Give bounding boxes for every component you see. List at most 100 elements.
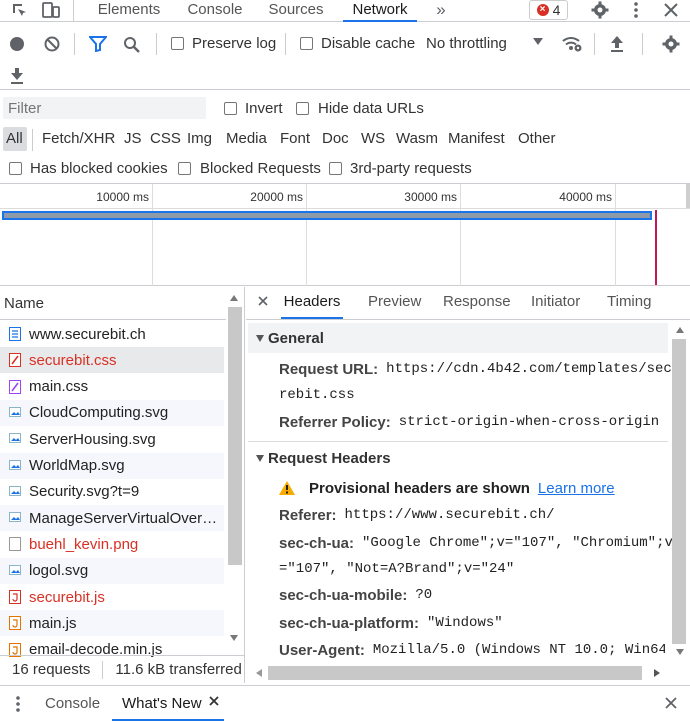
separator bbox=[594, 33, 595, 55]
scroll-down-arrow-icon[interactable] bbox=[676, 649, 684, 655]
throttling-select[interactable]: No throttling bbox=[426, 35, 546, 55]
request-details-panel: Headers Preview Response Initiator Timin… bbox=[246, 287, 690, 683]
search-icon[interactable] bbox=[123, 36, 141, 54]
tab-elements[interactable]: Elements bbox=[88, 0, 170, 22]
request-url-row-continued: rebit.css bbox=[279, 383, 355, 407]
hide-data-urls-checkbox[interactable] bbox=[296, 102, 309, 115]
request-name: logol.svg bbox=[29, 562, 89, 580]
request-list-scrollbar-thumb[interactable] bbox=[228, 307, 242, 565]
filter-input[interactable] bbox=[3, 97, 206, 119]
separator bbox=[74, 33, 75, 55]
request-row[interactable]: www.securebit.ch bbox=[0, 321, 224, 347]
close-details-icon[interactable] bbox=[258, 296, 270, 308]
filter-funnel-icon[interactable] bbox=[89, 36, 107, 52]
general-section-header[interactable]: General bbox=[248, 323, 668, 353]
request-row[interactable]: logol.svg bbox=[0, 557, 224, 584]
request-headers-section-header[interactable]: Request Headers bbox=[256, 446, 391, 470]
more-tabs-icon[interactable]: » bbox=[431, 0, 451, 20]
scroll-up-arrow-icon[interactable] bbox=[230, 295, 238, 301]
tab-console[interactable]: Console bbox=[178, 0, 252, 22]
network-conditions-icon[interactable] bbox=[561, 34, 583, 54]
scroll-right-arrow-icon[interactable] bbox=[654, 669, 660, 677]
filter-type-font[interactable]: Font bbox=[280, 129, 310, 151]
details-vertical-scrollbar-thumb[interactable] bbox=[672, 339, 686, 644]
filter-type-ws[interactable]: WS bbox=[361, 129, 385, 151]
more-options-icon[interactable] bbox=[626, 0, 646, 20]
tab-response[interactable]: Response bbox=[443, 287, 511, 319]
scroll-down-arrow-icon[interactable] bbox=[230, 635, 238, 641]
filter-type-img[interactable]: Img bbox=[187, 129, 212, 151]
name-column-header[interactable]: Name bbox=[0, 287, 226, 320]
filter-type-fetch-xhr[interactable]: Fetch/XHR bbox=[42, 129, 115, 151]
request-row[interactable]: ServerHousing.svg bbox=[0, 426, 224, 452]
request-row[interactable]: main.js bbox=[0, 610, 224, 637]
triangle-down-icon bbox=[256, 454, 264, 462]
request-url-value-continued: rebit.css bbox=[279, 387, 355, 403]
tab-initiator[interactable]: Initiator bbox=[531, 287, 580, 319]
filter-type-other[interactable]: Other bbox=[518, 129, 556, 151]
invert-label: Invert bbox=[245, 100, 283, 117]
export-har-icon[interactable] bbox=[9, 67, 25, 85]
preserve-log-checkbox[interactable] bbox=[171, 37, 184, 50]
disable-cache-checkbox[interactable] bbox=[300, 37, 313, 50]
tab-sources[interactable]: Sources bbox=[262, 0, 330, 22]
drawer-tab-whats-new[interactable]: What's New bbox=[112, 686, 224, 721]
request-row[interactable]: securebit.css bbox=[0, 347, 224, 374]
network-settings-gear-icon[interactable] bbox=[661, 34, 681, 54]
referer-header-row: Referer: https://www.securebit.ch/ bbox=[279, 503, 555, 527]
tab-timing[interactable]: Timing bbox=[607, 287, 651, 319]
timeline-gridline bbox=[460, 184, 461, 286]
filter-type-media[interactable]: Media bbox=[226, 129, 267, 151]
scroll-left-arrow-icon[interactable] bbox=[256, 669, 262, 677]
drawer-tab-console[interactable]: Console bbox=[45, 695, 100, 712]
request-row[interactable]: Security.svg?t=9 bbox=[0, 479, 224, 505]
import-har-icon[interactable] bbox=[609, 35, 625, 53]
invert-checkbox[interactable] bbox=[224, 102, 237, 115]
device-toolbar-icon[interactable] bbox=[41, 0, 61, 20]
filter-type-manifest[interactable]: Manifest bbox=[448, 129, 505, 151]
details-horizontal-scrollbar-thumb[interactable] bbox=[268, 666, 642, 680]
drawer-menu-icon[interactable] bbox=[16, 696, 20, 712]
request-row[interactable]: main.css bbox=[0, 374, 224, 400]
third-party-requests-checkbox[interactable] bbox=[329, 162, 342, 175]
script-icon bbox=[9, 590, 21, 604]
close-devtools-icon[interactable] bbox=[661, 0, 681, 20]
blocked-requests-checkbox[interactable] bbox=[178, 162, 191, 175]
clear-icon[interactable] bbox=[44, 36, 60, 52]
settings-gear-icon[interactable] bbox=[590, 0, 610, 20]
filter-type-doc[interactable]: Doc bbox=[322, 129, 349, 151]
has-blocked-cookies-checkbox[interactable] bbox=[9, 162, 22, 175]
tab-headers[interactable]: Headers bbox=[281, 287, 343, 319]
timeline-scrollbar[interactable] bbox=[686, 184, 690, 208]
timeline-tick-label: 20000 ms bbox=[250, 190, 303, 204]
hide-data-urls-label: Hide data URLs bbox=[318, 100, 424, 117]
request-row[interactable]: buehl_kevin.png bbox=[0, 531, 224, 557]
scroll-up-arrow-icon[interactable] bbox=[676, 327, 684, 333]
close-drawer-icon[interactable] bbox=[665, 697, 677, 709]
filter-type-all[interactable]: All bbox=[6, 129, 23, 151]
details-tab-divider bbox=[246, 319, 690, 320]
sec-ch-ua-key: sec-ch-ua: bbox=[279, 534, 355, 552]
request-row[interactable]: ManageServerVirtualOverview.svg bbox=[0, 505, 224, 532]
stylesheet-icon bbox=[9, 379, 21, 394]
drawer-tab-bar: Console What's New bbox=[0, 685, 690, 722]
record-icon[interactable] bbox=[9, 36, 25, 52]
sec-ch-ua-value-continued: ="107", "Not=A?Brand";v="24" bbox=[279, 561, 515, 577]
filter-type-wasm[interactable]: Wasm bbox=[396, 129, 438, 151]
filter-type-js[interactable]: JS bbox=[124, 129, 142, 151]
request-row[interactable]: securebit.js bbox=[0, 584, 224, 610]
request-row[interactable]: CloudComputing.svg bbox=[0, 399, 224, 426]
tab-network[interactable]: Network bbox=[343, 0, 417, 22]
inspect-element-icon[interactable] bbox=[9, 0, 29, 20]
request-url-key: Request URL: bbox=[279, 360, 379, 378]
tab-preview[interactable]: Preview bbox=[368, 287, 421, 319]
request-name: www.securebit.ch bbox=[29, 325, 146, 343]
close-tab-icon[interactable] bbox=[209, 696, 219, 706]
request-row[interactable]: WorldMap.svg bbox=[0, 452, 224, 479]
request-name: ManageServerVirtualOverview.svg bbox=[29, 509, 219, 527]
error-count-badge[interactable]: × 4 bbox=[529, 0, 568, 20]
filter-type-css[interactable]: CSS bbox=[150, 129, 181, 151]
timeline-overview[interactable]: 10000 ms 20000 ms 30000 ms 40000 ms bbox=[0, 183, 690, 286]
learn-more-link[interactable]: Learn more bbox=[538, 480, 615, 497]
status-bar: 16 requests 11.6 kB transferred bbox=[0, 655, 245, 683]
